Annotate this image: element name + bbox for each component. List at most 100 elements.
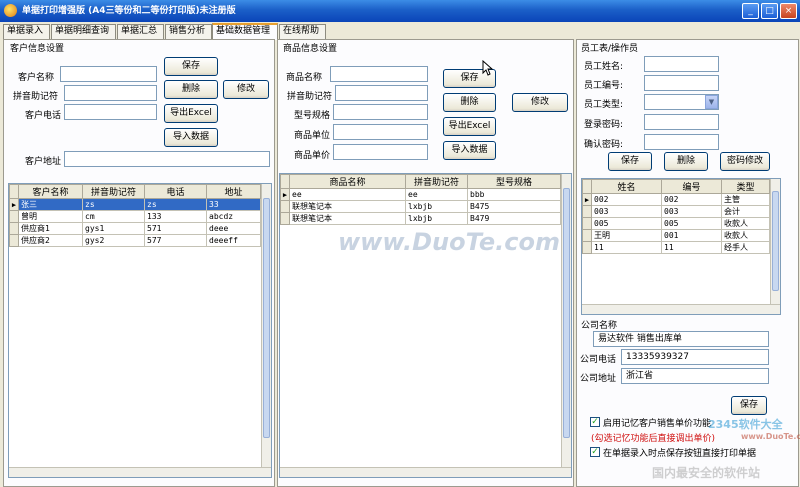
cell[interactable]: ee: [289, 188, 406, 201]
cell[interactable]: 会计: [721, 205, 770, 218]
cell[interactable]: 联想笔记本: [289, 212, 406, 225]
cell[interactable]: 001: [661, 229, 722, 242]
employee-col-id[interactable]: 编号: [661, 179, 722, 194]
maximize-button[interactable]: □: [761, 3, 778, 19]
product-modify-button[interactable]: 修改: [512, 93, 568, 112]
employee-id-input[interactable]: [644, 75, 719, 91]
scroll-thumb[interactable]: [772, 191, 779, 291]
scroll-thumb[interactable]: [563, 188, 570, 438]
customer-import-button[interactable]: 导入数据: [164, 128, 218, 147]
cell[interactable]: 002: [591, 193, 662, 206]
minimize-button[interactable]: _: [742, 3, 759, 19]
tab-online-help[interactable]: 在线帮助: [279, 24, 326, 39]
cell[interactable]: ee: [405, 188, 468, 201]
cell[interactable]: lxbjb: [405, 200, 468, 213]
chevron-down-icon[interactable]: ▼: [705, 95, 718, 109]
cell[interactable]: 联想笔记本: [289, 200, 406, 213]
cell[interactable]: 王明: [591, 229, 662, 242]
tab-base-data[interactable]: 基础数据管理: [212, 23, 278, 40]
cell[interactable]: deeeff: [206, 234, 261, 247]
table-row[interactable]: 曾明 cm 133 abcdz: [9, 210, 261, 223]
cell[interactable]: 11: [661, 241, 722, 254]
close-button[interactable]: ×: [780, 3, 797, 19]
product-col-model[interactable]: 型号规格: [467, 174, 561, 189]
cell[interactable]: 经手人: [721, 241, 770, 254]
product-model-input[interactable]: [333, 104, 428, 120]
product-col-pinyin[interactable]: 拼音助记符: [405, 174, 468, 189]
cell[interactable]: 33: [206, 198, 261, 211]
cell[interactable]: B479: [467, 212, 561, 225]
tab-sales-analysis[interactable]: 销售分析: [165, 24, 212, 39]
table-row[interactable]: 王明 001 收款人: [582, 229, 770, 242]
customer-name-input[interactable]: [60, 66, 157, 82]
employee-vertical-scrollbar[interactable]: [770, 179, 780, 304]
cell[interactable]: deee: [206, 222, 261, 235]
customer-export-button[interactable]: 导出Excel: [164, 104, 218, 123]
table-row[interactable]: 003 003 会计: [582, 205, 770, 218]
customer-address-input[interactable]: [64, 151, 270, 167]
cell[interactable]: 577: [144, 234, 207, 247]
customer-col-pinyin[interactable]: 拼音助记符: [82, 184, 145, 199]
cell[interactable]: cm: [82, 210, 145, 223]
product-col-name[interactable]: 商品名称: [289, 174, 406, 189]
remember-price-checkbox[interactable]: ✓: [590, 417, 600, 427]
cell[interactable]: 收款人: [721, 229, 770, 242]
cell[interactable]: lxbjb: [405, 212, 468, 225]
product-export-button[interactable]: 导出Excel: [443, 117, 496, 136]
product-vertical-scrollbar[interactable]: [561, 174, 571, 467]
employee-col-name[interactable]: 姓名: [591, 179, 662, 194]
table-row[interactable]: 005 005 收款人: [582, 217, 770, 230]
employee-horizontal-scrollbar[interactable]: [582, 304, 780, 314]
customer-pinyin-input[interactable]: [64, 85, 157, 101]
customer-save-button[interactable]: 保存: [164, 57, 218, 76]
customer-horizontal-scrollbar[interactable]: [9, 467, 271, 477]
employee-name-input[interactable]: [644, 56, 719, 72]
cell[interactable]: 003: [661, 205, 722, 218]
customer-col-phone[interactable]: 电话: [144, 184, 207, 199]
customer-col-address[interactable]: 地址: [206, 184, 261, 199]
cell[interactable]: abcdz: [206, 210, 261, 223]
cell[interactable]: 曾明: [18, 210, 83, 223]
cell[interactable]: 571: [144, 222, 207, 235]
company-save-button[interactable]: 保存: [731, 396, 767, 415]
company-name-input[interactable]: 易达软件 销售出库单: [593, 331, 769, 347]
table-row[interactable]: 11 11 经手人: [582, 241, 770, 254]
customer-grid[interactable]: 客户名称 拼音助记符 电话 地址 ▶ 张三 zs zs 33 曾明 cm 133…: [8, 183, 272, 478]
employee-save-button[interactable]: 保存: [608, 152, 652, 171]
product-delete-button[interactable]: 删除: [443, 93, 496, 112]
product-import-button[interactable]: 导入数据: [443, 141, 496, 160]
employee-password-input[interactable]: [644, 114, 719, 130]
tab-detail-query[interactable]: 单据明细查询: [51, 24, 116, 39]
company-phone-input[interactable]: 13335939327: [621, 349, 769, 365]
table-row[interactable]: 供应商1 gys1 571 deee: [9, 222, 261, 235]
cell[interactable]: 003: [591, 205, 662, 218]
customer-delete-button[interactable]: 删除: [164, 80, 218, 99]
tab-summary[interactable]: 单据汇总: [117, 24, 164, 39]
cell[interactable]: 005: [661, 217, 722, 230]
table-row[interactable]: ▶ 002 002 主管: [582, 193, 770, 206]
cell[interactable]: 供应商1: [18, 222, 83, 235]
cell[interactable]: 005: [591, 217, 662, 230]
company-address-input[interactable]: 浙江省: [621, 368, 769, 384]
table-row[interactable]: ▶ ee ee bbb: [280, 188, 561, 201]
table-row[interactable]: ▶ 张三 zs zs 33: [9, 198, 261, 211]
product-grid[interactable]: 商品名称 拼音助记符 型号规格 ▶ ee ee bbb 联想笔记本 lxbjb …: [279, 173, 572, 478]
scroll-thumb[interactable]: [263, 198, 270, 438]
cell[interactable]: zs: [144, 198, 207, 211]
cell[interactable]: B475: [467, 200, 561, 213]
product-price-input[interactable]: [333, 144, 428, 160]
customer-phone-input[interactable]: [64, 104, 157, 120]
cell[interactable]: 供应商2: [18, 234, 83, 247]
cell[interactable]: 133: [144, 210, 207, 223]
employee-confirm-input[interactable]: [644, 134, 719, 150]
table-row[interactable]: 联想笔记本 lxbjb B475: [280, 200, 561, 213]
cell[interactable]: 收款人: [721, 217, 770, 230]
change-password-button[interactable]: 密码修改: [720, 152, 770, 171]
table-row[interactable]: 联想笔记本 lxbjb B479: [280, 212, 561, 225]
cell[interactable]: 主管: [721, 193, 770, 206]
table-row[interactable]: 供应商2 gys2 577 deeeff: [9, 234, 261, 247]
cell[interactable]: zs: [82, 198, 145, 211]
customer-col-name[interactable]: 客户名称: [18, 184, 83, 199]
product-unit-input[interactable]: [333, 124, 428, 140]
tab-entry[interactable]: 单据录入: [3, 24, 50, 39]
